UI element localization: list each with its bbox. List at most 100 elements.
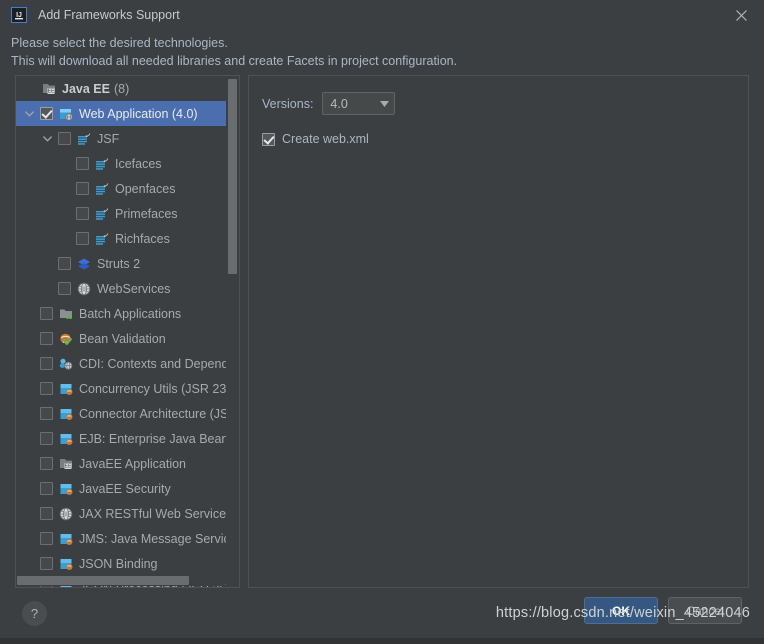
framework-checkbox[interactable] bbox=[40, 557, 53, 570]
tree-row-label: Struts 2 bbox=[97, 256, 141, 271]
globe-icon bbox=[58, 506, 74, 522]
tree-row[interactable]: Richfaces bbox=[16, 226, 226, 251]
tree-row-label: Icefaces bbox=[115, 156, 162, 171]
tree-horizontal-scrollbar[interactable] bbox=[17, 575, 225, 586]
versions-row: Versions: 4.0 bbox=[262, 92, 748, 115]
versions-select[interactable]: 4.0 bbox=[322, 92, 396, 115]
tree-row-label: EJB: Enterprise Java Beans bbox=[79, 431, 226, 446]
framework-checkbox[interactable] bbox=[40, 532, 53, 545]
create-webxml-checkbox[interactable] bbox=[262, 132, 275, 146]
tree-row[interactable]: JAX RESTful Web Services bbox=[16, 501, 226, 526]
frameworks-tree[interactable]: EE Java EE (8) Web Application (4.0) JSF Icef… bbox=[16, 76, 226, 587]
tree-arrow-placeholder bbox=[58, 226, 72, 251]
tree-row-label: JSON Binding bbox=[79, 556, 158, 571]
tree-row[interactable]: EE Java EE (8) bbox=[16, 76, 226, 101]
tree-row[interactable]: JavaEE Security bbox=[16, 476, 226, 501]
framework-checkbox[interactable] bbox=[40, 457, 53, 470]
tree-row[interactable]: JSF bbox=[16, 126, 226, 151]
framework-checkbox[interactable] bbox=[76, 232, 89, 245]
tree-row[interactable]: Web Application (4.0) bbox=[16, 101, 226, 126]
tree-row-label: CDI: Contexts and Depend bbox=[79, 356, 226, 371]
tree-row[interactable]: EE JavaEE Application bbox=[16, 451, 226, 476]
javaee-module-icon bbox=[58, 406, 74, 422]
tree-row-label: JMS: Java Message Servic bbox=[79, 531, 226, 546]
create-webxml-label: Create web.xml bbox=[282, 132, 369, 146]
tree-arrow-placeholder bbox=[22, 301, 36, 326]
framework-checkbox[interactable] bbox=[58, 257, 71, 270]
create-webxml-row[interactable]: Create web.xml bbox=[262, 132, 748, 146]
tree-arrow-placeholder bbox=[58, 201, 72, 226]
javaee-module-icon bbox=[58, 381, 74, 397]
tree-arrow-placeholder bbox=[22, 451, 36, 476]
framework-checkbox[interactable] bbox=[58, 282, 71, 295]
framework-checkbox[interactable] bbox=[40, 107, 53, 120]
tree-row[interactable]: Struts 2 bbox=[16, 251, 226, 276]
description-line-1: Please select the desired technologies. bbox=[11, 36, 228, 50]
framework-checkbox[interactable] bbox=[40, 332, 53, 345]
svg-text:EE: EE bbox=[65, 463, 72, 469]
tree-row[interactable]: EJB: Enterprise Java Beans bbox=[16, 426, 226, 451]
versions-label: Versions: bbox=[262, 96, 314, 111]
javaee-icon: EE bbox=[41, 81, 57, 97]
framework-checkbox[interactable] bbox=[76, 182, 89, 195]
tree-row[interactable]: WebServices bbox=[16, 276, 226, 301]
framework-checkbox[interactable] bbox=[40, 307, 53, 320]
tree-row-label: Concurrency Utils (JSR 236 bbox=[79, 381, 226, 396]
framework-checkbox[interactable] bbox=[40, 432, 53, 445]
dialog-content: EE Java EE (8) Web Application (4.0) JSF Icef… bbox=[15, 75, 749, 590]
close-icon[interactable] bbox=[718, 0, 764, 30]
tree-arrow-placeholder bbox=[22, 401, 36, 426]
tree-row[interactable]: Icefaces bbox=[16, 151, 226, 176]
javaee-module-icon bbox=[58, 481, 74, 497]
tree-row-label: JavaEE Security bbox=[79, 481, 171, 496]
tree-row[interactable]: Batch Applications bbox=[16, 301, 226, 326]
tree-row[interactable]: JSON Binding bbox=[16, 551, 226, 576]
tree-row-count: (8) bbox=[113, 81, 130, 96]
jsf-icon bbox=[94, 181, 110, 197]
tree-arrow-placeholder bbox=[22, 76, 36, 101]
tree-row-label: Batch Applications bbox=[79, 306, 182, 321]
svg-text:IJ: IJ bbox=[16, 12, 22, 19]
tree-row-label: Richfaces bbox=[115, 231, 170, 246]
tree-row[interactable]: Connector Architecture (JS bbox=[16, 401, 226, 426]
tree-horizontal-scrollbar-thumb[interactable] bbox=[17, 576, 189, 585]
chevron-down-icon[interactable] bbox=[40, 126, 54, 151]
tree-arrow-placeholder bbox=[22, 526, 36, 551]
tree-row-label: Primefaces bbox=[115, 206, 178, 221]
bottom-strip bbox=[0, 638, 764, 644]
framework-checkbox[interactable] bbox=[76, 207, 89, 220]
tree-row-label: JavaEE Application bbox=[79, 456, 187, 471]
tree-vertical-scrollbar[interactable] bbox=[227, 77, 238, 587]
tree-vertical-scrollbar-thumb[interactable] bbox=[228, 79, 237, 274]
watermark-text: https://blog.csdn.net/weixin_45224046 bbox=[495, 605, 750, 621]
tree-row[interactable]: Openfaces bbox=[16, 176, 226, 201]
jsf-icon bbox=[94, 156, 110, 172]
tree-arrow-placeholder bbox=[22, 326, 36, 351]
framework-checkbox[interactable] bbox=[76, 157, 89, 170]
tree-arrow-placeholder bbox=[22, 501, 36, 526]
framework-checkbox[interactable] bbox=[40, 357, 53, 370]
javaee-icon: EE bbox=[58, 456, 74, 472]
globe-icon bbox=[76, 281, 92, 297]
tree-row-label: JSF bbox=[97, 131, 120, 146]
chevron-down-icon[interactable] bbox=[22, 101, 36, 126]
window-title: Add Frameworks Support bbox=[38, 8, 180, 22]
tree-row[interactable]: Primefaces bbox=[16, 201, 226, 226]
tree-row[interactable]: Bean Validation bbox=[16, 326, 226, 351]
framework-checkbox[interactable] bbox=[58, 132, 71, 145]
chevron-down-icon bbox=[380, 100, 390, 107]
tree-arrow-placeholder bbox=[58, 176, 72, 201]
tree-row[interactable]: JMS: Java Message Servic bbox=[16, 526, 226, 551]
tree-arrow-placeholder bbox=[22, 426, 36, 451]
framework-checkbox[interactable] bbox=[40, 507, 53, 520]
framework-checkbox[interactable] bbox=[40, 482, 53, 495]
struts2-icon bbox=[76, 256, 92, 272]
tree-row[interactable]: Concurrency Utils (JSR 236 bbox=[16, 376, 226, 401]
tree-row[interactable]: CDI: Contexts and Depend bbox=[16, 351, 226, 376]
tree-arrow-placeholder bbox=[22, 476, 36, 501]
framework-checkbox[interactable] bbox=[40, 407, 53, 420]
tree-arrow-placeholder bbox=[40, 251, 54, 276]
framework-checkbox[interactable] bbox=[40, 382, 53, 395]
bean-validation-icon bbox=[58, 331, 74, 347]
dialog-description: Please select the desired technologies. … bbox=[0, 30, 764, 70]
